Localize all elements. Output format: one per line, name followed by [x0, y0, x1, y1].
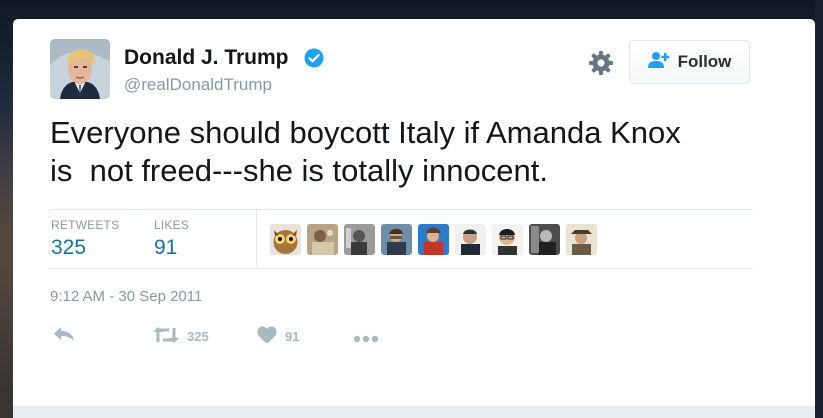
- reply-icon: [53, 326, 75, 345]
- like-button[interactable]: 91: [257, 326, 299, 347]
- verified-badge-icon: [304, 48, 324, 73]
- reply-button[interactable]: [53, 326, 75, 345]
- tweet-timestamp[interactable]: 9:12 AM - 30 Sep 2011: [50, 288, 202, 305]
- retweet-icon: [153, 326, 179, 347]
- scrollbar[interactable]: [815, 0, 823, 418]
- card-footer-strip: [13, 406, 815, 418]
- avatar[interactable]: [50, 39, 110, 99]
- likes-label[interactable]: LIKES: [154, 218, 189, 232]
- divider: [256, 210, 257, 268]
- more-icon: [353, 331, 379, 346]
- liker-avatar[interactable]: [307, 224, 338, 255]
- liker-avatar[interactable]: [455, 224, 486, 255]
- author-handle[interactable]: @realDonaldTrump: [124, 75, 272, 95]
- heart-icon: [257, 326, 277, 347]
- retweets-count[interactable]: 325: [51, 236, 86, 260]
- retweets-label[interactable]: RETWEETS: [51, 218, 119, 232]
- gear-icon[interactable]: [588, 50, 614, 76]
- follow-button[interactable]: Follow: [629, 40, 750, 84]
- liker-avatar[interactable]: [566, 224, 597, 255]
- liker-avatar[interactable]: [492, 224, 523, 255]
- liker-avatar[interactable]: [529, 224, 560, 255]
- tweet-text: Everyone should boycott Italy if Amanda …: [50, 115, 681, 188]
- retweet-button[interactable]: 325: [153, 326, 209, 347]
- likes-count[interactable]: 91: [154, 236, 177, 260]
- liker-avatar[interactable]: [381, 224, 412, 255]
- author-name[interactable]: Donald J. Trump: [124, 46, 289, 70]
- liker-avatar[interactable]: [418, 224, 449, 255]
- follow-label: Follow: [677, 52, 732, 71]
- likers-avatars: [270, 224, 597, 255]
- more-button[interactable]: [353, 331, 379, 346]
- liker-avatar[interactable]: [270, 224, 301, 255]
- like-count: 91: [285, 329, 300, 344]
- divider: [50, 268, 753, 269]
- add-user-icon: [647, 51, 670, 74]
- divider: [50, 209, 753, 210]
- retweet-count: 325: [187, 329, 209, 344]
- liker-avatar[interactable]: [344, 224, 375, 255]
